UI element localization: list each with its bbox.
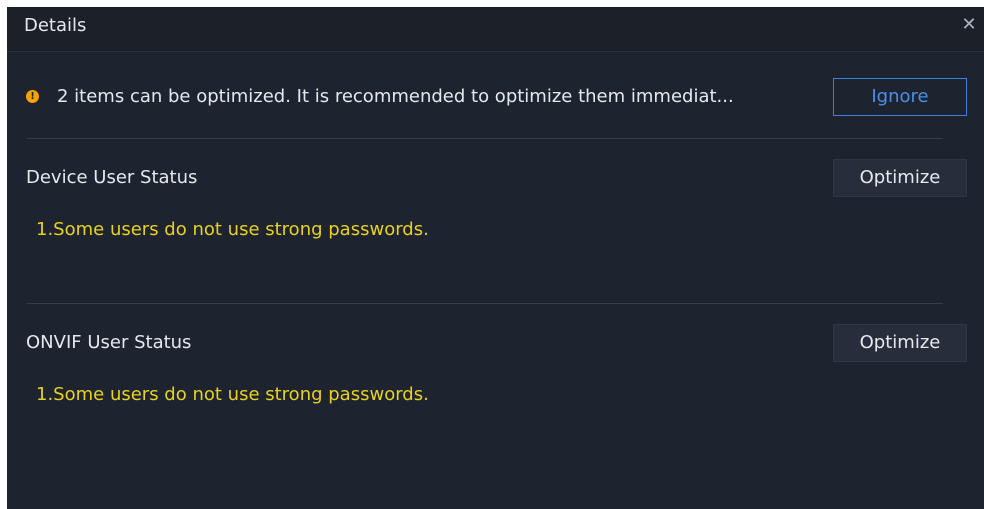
warning-dot-icon: !	[26, 90, 39, 103]
divider	[27, 138, 943, 139]
dialog-title: Details	[24, 15, 87, 36]
device-user-status-title: Device User Status	[26, 167, 198, 188]
device-user-warning: 1.Some users do not use strong passwords…	[36, 219, 429, 240]
onvif-user-warning: 1.Some users do not use strong passwords…	[36, 384, 429, 405]
details-dialog: Details ✕ ! 2 items can be optimized. It…	[7, 7, 984, 509]
close-icon[interactable]: ✕	[960, 16, 978, 34]
ignore-button[interactable]: Ignore	[833, 78, 967, 116]
optimize-onvif-user-button[interactable]: Optimize	[833, 324, 967, 362]
optimization-notice-text: 2 items can be optimized. It is recommen…	[57, 86, 734, 107]
divider	[27, 303, 943, 304]
onvif-user-status-title: ONVIF User Status	[26, 332, 192, 353]
optimize-device-user-button[interactable]: Optimize	[833, 159, 967, 197]
dialog-titlebar: Details ✕	[7, 7, 984, 52]
